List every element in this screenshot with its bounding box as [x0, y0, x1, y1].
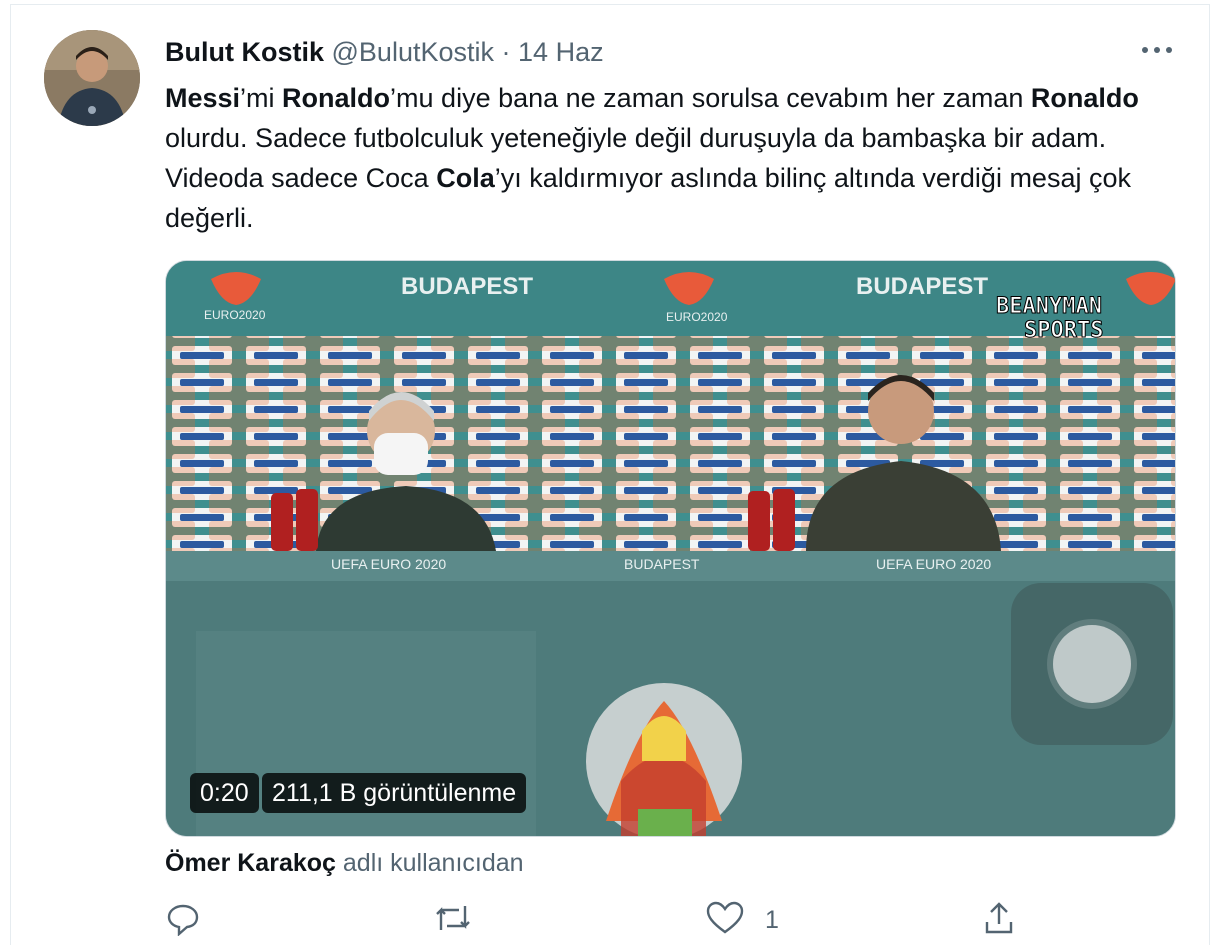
tweet-actions: 1 [165, 900, 1065, 940]
tweet-text-highlight: Ronaldo [1030, 83, 1139, 113]
tweet-date[interactable]: 14 Haz [518, 37, 604, 67]
tweet-text-highlight: Messi [165, 83, 241, 113]
desk-label-right: UEFA EURO 2020 [876, 556, 991, 572]
more-options-button[interactable] [1140, 42, 1174, 58]
header-separator: · [501, 37, 511, 67]
tweet-text-highlight: Cola [436, 163, 495, 193]
video-attribution: Ömer Karakoç adlı kullanıcıdan [165, 846, 524, 880]
like-button[interactable] [705, 900, 745, 940]
tweet-header: Bulut Kostik @BulutKostik · 14 Haz [165, 34, 604, 70]
author-name[interactable]: Bulut Kostik [165, 37, 324, 67]
tweet-text-highlight: Ronaldo [282, 83, 391, 113]
tweet-text: Messi’mi Ronaldo’mu diye bana ne zaman s… [165, 78, 1150, 238]
author-handle[interactable]: @BulutKostik [332, 37, 494, 67]
retweet-button[interactable] [433, 900, 473, 940]
tweet-text-segment: ’mu diye bana ne zaman sorulsa cevabım h… [390, 83, 1031, 113]
like-icon [706, 901, 744, 934]
attribution-suffix: adlı kullanıcıdan [342, 849, 524, 877]
banner-logo-left: EURO2020 [204, 308, 266, 322]
more-dots-icon [1142, 47, 1172, 53]
share-icon [985, 902, 1013, 934]
watermark-line2: SPORTS [1024, 318, 1103, 343]
desk-label-center: BUDAPEST [624, 556, 700, 572]
banner-city-right: BUDAPEST [856, 273, 988, 300]
video-duration-badge: 0:20 [190, 773, 259, 813]
video-player[interactable]: BUDAPEST BUDAPEST EURO2020 EURO2020 BEAN… [165, 260, 1176, 837]
play-knob-icon [1053, 625, 1131, 703]
banner-logo-center: EURO2020 [666, 310, 728, 324]
video-text-overlay: BUDAPEST BUDAPEST EURO2020 EURO2020 BEAN… [204, 273, 1104, 572]
desk-label-left: UEFA EURO 2020 [331, 556, 446, 572]
share-button[interactable] [981, 900, 1017, 940]
attribution-user[interactable]: Ömer Karakoç [165, 849, 336, 877]
retweet-icon [436, 906, 470, 930]
reply-button[interactable] [165, 900, 201, 940]
banner-city-left: BUDAPEST [401, 273, 533, 300]
reply-icon [167, 904, 199, 936]
avatar-image [44, 30, 140, 126]
watermark-line1: BEANYMAN [996, 294, 1102, 319]
play-button[interactable] [1011, 583, 1173, 745]
avatar[interactable] [44, 30, 140, 126]
video-views-badge: 211,1 B görüntülenme [262, 773, 527, 813]
like-count: 1 [765, 906, 779, 934]
tweet-text-segment: ’mi [240, 83, 283, 113]
